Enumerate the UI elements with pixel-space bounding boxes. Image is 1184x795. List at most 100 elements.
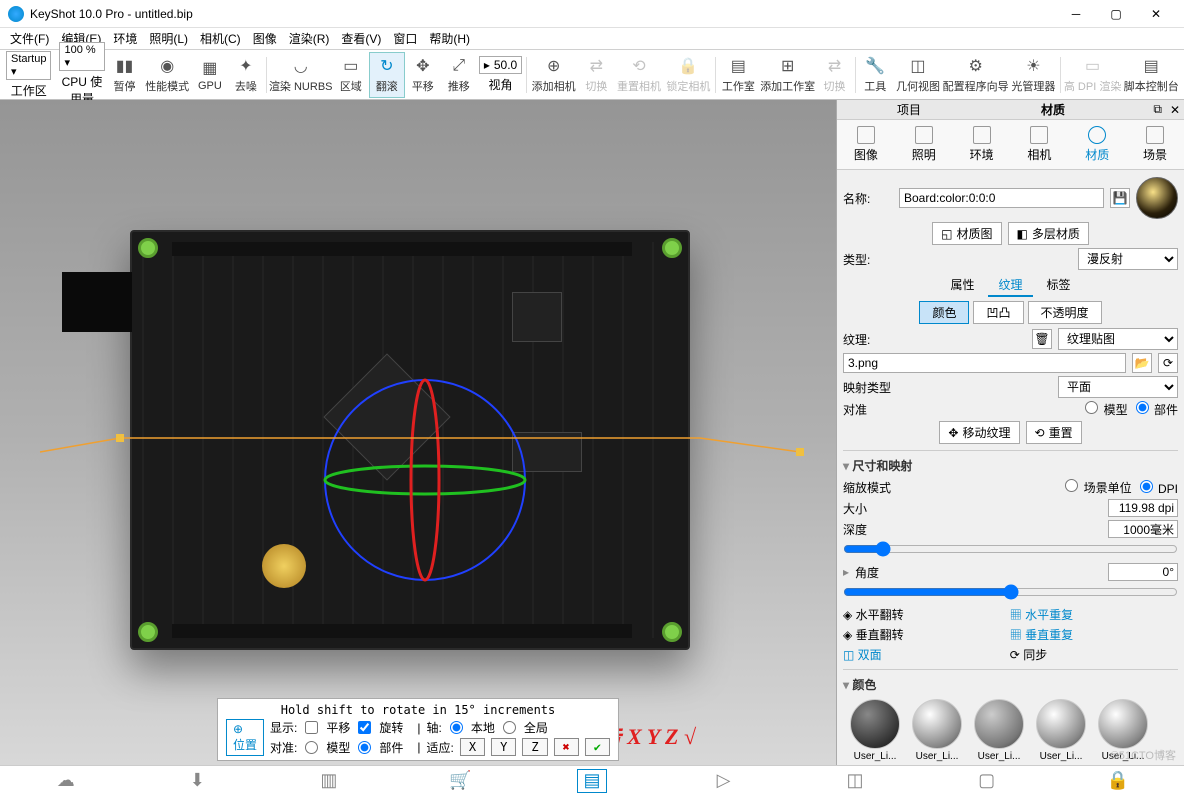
configurator-button[interactable]: ⚙配置程序向导 (943, 52, 1009, 98)
align-model-radio[interactable] (305, 741, 318, 754)
fit-x-button[interactable]: X (460, 738, 485, 756)
geometry-view-button[interactable]: ◫几何视图 (893, 52, 942, 98)
size-section-header[interactable]: 尺寸和映射 (843, 455, 1178, 476)
depth-slider[interactable] (843, 541, 1178, 557)
tools-button[interactable]: 🔧工具 (857, 52, 893, 98)
show-pan-checkbox[interactable] (305, 721, 318, 734)
foot-xr-icon[interactable]: ◫ (840, 769, 870, 793)
fit-z-button[interactable]: Z (522, 738, 547, 756)
cat-camera[interactable]: 相机 (1021, 124, 1057, 165)
colortab-opacity[interactable]: 不透明度 (1028, 301, 1102, 324)
hidpi-render-button[interactable]: ▭高 DPI 渲染 (1063, 52, 1123, 98)
menu-lighting[interactable]: 照明(L) (143, 30, 194, 47)
denoise-button[interactable]: ✦去噪 (228, 52, 264, 98)
maximize-button[interactable]: ▢ (1096, 0, 1136, 28)
depth-input[interactable] (1108, 520, 1178, 538)
switch-studio-button[interactable]: ⇄切换 (817, 52, 853, 98)
dolly-button[interactable]: ⤢推移 (441, 52, 477, 98)
align-model-radio2[interactable] (1085, 401, 1098, 414)
region-button[interactable]: ▭区域 (333, 52, 369, 98)
confirm-button[interactable]: ✔ (585, 738, 610, 756)
proptab-texture[interactable]: 纹理 (988, 274, 1032, 297)
colortab-bump[interactable]: 凹凸 (973, 301, 1023, 324)
foot-cloud-icon[interactable]: ☁ (51, 769, 81, 793)
position-button[interactable]: ⊕位置 (226, 719, 264, 756)
foot-render-icon[interactable]: ▢ (972, 769, 1002, 793)
colortab-color[interactable]: 颜色 (919, 301, 969, 324)
swatch-3[interactable]: User_Li... (971, 699, 1027, 762)
tab-project[interactable]: 项目 (837, 101, 981, 118)
cat-scene[interactable]: 场景 (1137, 124, 1173, 165)
angle-input[interactable]: ▸50.0 (479, 56, 522, 74)
switch-camera-button[interactable]: ⇄切换 (578, 52, 614, 98)
axis-local-radio[interactable] (450, 721, 463, 734)
viewport[interactable]: 依次点击 X Y Z √ Hold shift to rotate in 15°… (0, 100, 836, 765)
pan-button[interactable]: ✥平移 (405, 52, 441, 98)
cat-lighting[interactable]: 照明 (906, 124, 942, 165)
nurbs-button[interactable]: ◡渲染 NURBS (269, 52, 333, 98)
show-rotate-checkbox[interactable] (358, 721, 371, 734)
foot-library-icon[interactable]: ▥ (314, 769, 344, 793)
hflip-toggle[interactable]: 水平翻转 (856, 608, 904, 622)
refresh-icon[interactable]: ⟳ (1158, 353, 1178, 373)
script-console-button[interactable]: ▤脚本控制台 (1122, 52, 1180, 98)
lock-camera-button[interactable]: 🔒锁定相机 (664, 52, 713, 98)
menu-file[interactable]: 文件(F) (4, 30, 55, 47)
material-name-input[interactable] (899, 188, 1104, 208)
tumble-button[interactable]: ↻翻滚 (369, 52, 405, 98)
workspace-dropdown[interactable]: Startup ▾ (6, 51, 51, 80)
material-graph-button[interactable]: ◱ 材质图 (932, 222, 1001, 245)
move-texture-button[interactable]: ✥ 移动纹理 (939, 421, 1019, 444)
multi-material-button[interactable]: ◧ 多层材质 (1008, 222, 1089, 245)
close-panel-icon[interactable]: ✕ (1166, 103, 1184, 117)
color-section-header[interactable]: 颜色 (843, 674, 1178, 695)
cat-environment[interactable]: 环境 (964, 124, 1000, 165)
proptab-properties[interactable]: 属性 (940, 274, 984, 297)
material-preview[interactable] (1136, 177, 1178, 219)
foot-animation-icon[interactable]: ▷ (709, 769, 739, 793)
proptab-label[interactable]: 标签 (1037, 274, 1081, 297)
browse-icon[interactable]: 📂 (1132, 353, 1152, 373)
add-camera-button[interactable]: ⊕添加相机 (529, 52, 578, 98)
align-part-radio[interactable] (358, 741, 371, 754)
foot-lock-icon[interactable]: 🔒 (1103, 769, 1133, 793)
delete-texture-icon[interactable]: 🗑 (1032, 329, 1052, 349)
gpu-button[interactable]: ▦GPU (192, 52, 228, 98)
menu-window[interactable]: 窗口 (387, 30, 423, 47)
angle-input[interactable] (1108, 563, 1178, 581)
menu-render[interactable]: 渲染(R) (283, 30, 336, 47)
maptype-select[interactable]: 平面 (1058, 376, 1178, 398)
foot-project-icon[interactable]: ▤ (577, 769, 607, 793)
close-button[interactable]: ✕ (1136, 0, 1176, 28)
size-input[interactable] (1108, 499, 1178, 517)
angle-slider[interactable] (843, 584, 1178, 600)
menu-help[interactable]: 帮助(H) (423, 30, 476, 47)
align-part-radio2[interactable] (1136, 401, 1149, 414)
foot-import-icon[interactable]: ⬇ (182, 769, 212, 793)
tab-material[interactable]: 材质 (981, 101, 1125, 118)
cancel-button[interactable]: ✖ (554, 738, 579, 756)
texture-file-input[interactable] (843, 353, 1126, 373)
hrep-toggle[interactable]: 水平重复 (1025, 608, 1073, 622)
swatch-2[interactable]: User_Li... (909, 699, 965, 762)
reset-texture-button[interactable]: ⟲ 重置 (1026, 421, 1082, 444)
cat-image[interactable]: 图像 (848, 124, 884, 165)
texture-type-select[interactable]: 纹理贴图 (1058, 328, 1178, 350)
zoom-dropdown[interactable]: 100 % ▾ (59, 42, 104, 71)
pause-button[interactable]: ▮▮暂停 (107, 52, 143, 98)
fit-y-button[interactable]: Y (491, 738, 516, 756)
menu-environment[interactable]: 环境 (107, 30, 143, 47)
swatch-4[interactable]: User_Li... (1033, 699, 1089, 762)
dside-toggle[interactable]: 双面 (858, 648, 882, 662)
foot-store-icon[interactable]: 🛒 (445, 769, 475, 793)
menu-camera[interactable]: 相机(C) (194, 30, 247, 47)
dpi-radio[interactable] (1140, 480, 1153, 493)
material-type-select[interactable]: 漫反射 (1078, 248, 1178, 270)
save-icon[interactable]: 💾 (1110, 188, 1130, 208)
light-manager-button[interactable]: ☀光管理器 (1009, 52, 1058, 98)
reset-camera-button[interactable]: ⟲重置相机 (614, 52, 663, 98)
axis-global-radio[interactable] (503, 721, 516, 734)
menu-image[interactable]: 图像 (247, 30, 283, 47)
add-studio-button[interactable]: ⊞添加工作室 (759, 52, 817, 98)
performance-button[interactable]: ◉性能模式 (143, 52, 192, 98)
